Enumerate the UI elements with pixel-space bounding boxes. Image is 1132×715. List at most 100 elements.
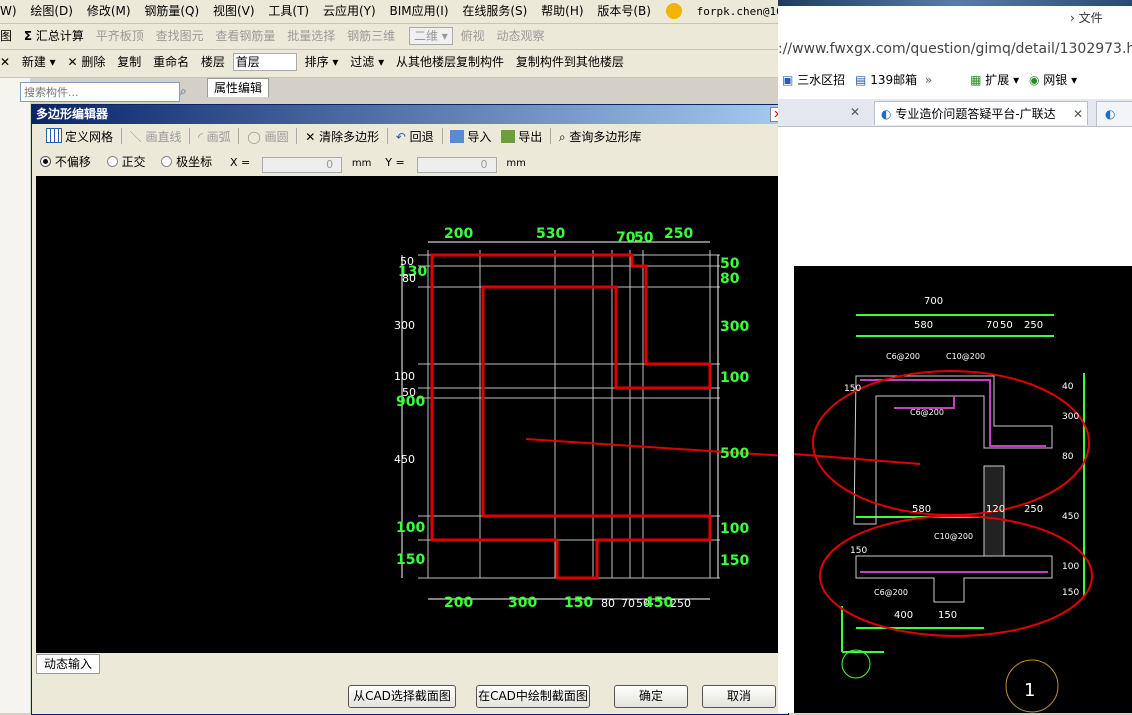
dim-bottom-450: 450 [644, 595, 674, 611]
more-bookmarks-icon[interactable]: » [925, 73, 932, 87]
y-input[interactable]: 0 [416, 157, 497, 173]
browser-tab-next[interactable]: ◐ [1096, 101, 1132, 126]
define-grid-button[interactable]: 定义网格 [46, 128, 113, 144]
view-mode-select[interactable]: 二维 ▾ [408, 27, 453, 45]
undo-button[interactable]: ↶ 回退 [396, 130, 434, 144]
x-input[interactable]: 0 [262, 157, 343, 173]
select-from-cad-button[interactable]: 从CAD选择截面图 [348, 685, 456, 708]
cad-dim-580: 580 [914, 320, 934, 331]
menu-help[interactable]: 帮助(H) [536, 0, 588, 22]
close-icon[interactable]: ✕ [0, 50, 14, 74]
x-label: X = [230, 156, 251, 169]
dynamic-input-tab[interactable]: 动态输入 [36, 654, 100, 674]
bank-button[interactable]: ◉ 网银 ▾ [1029, 73, 1077, 87]
draw-circle-button[interactable]: ◯ 画圆 [247, 130, 288, 144]
delete-button[interactable]: ✕ 删除 [64, 50, 110, 74]
cancel-button[interactable]: 取消 [702, 685, 776, 708]
draw-in-cad-button[interactable]: 在CAD中绘制截面图 [476, 685, 590, 708]
property-tab[interactable]: 属性编辑 [207, 78, 269, 97]
dynamic-view-button[interactable]: 动态观察 [492, 24, 548, 48]
bookmark-139[interactable]: ▤ 139邮箱 [855, 73, 917, 87]
search-icon[interactable]: ⌕ [180, 84, 187, 99]
section-polygon[interactable] [430, 253, 712, 580]
dim-right-80: 80 [720, 271, 740, 287]
floor-select[interactable]: 首层 [232, 53, 297, 71]
menu-version[interactable]: 版本号(B) [592, 0, 656, 22]
copy-button[interactable]: 复制 [113, 50, 145, 74]
cad-dim-70: 70 [986, 320, 999, 331]
undo-icon: ↶ [395, 130, 406, 144]
dim-top-250: 250 [664, 226, 694, 242]
dim-right-100: 100 [720, 370, 750, 386]
site-icon: ◐ [881, 107, 892, 121]
cad-rebar [860, 379, 1048, 573]
menu-tools[interactable]: 工具(T) [263, 0, 314, 22]
menu-rebar[interactable]: 钢筋量(Q) [139, 0, 204, 22]
user-avatar-icon[interactable] [665, 3, 682, 19]
polygon-canvas[interactable]: 200 530 70 50 250 200 300 150 80 70 50 4… [36, 176, 786, 653]
toolbar-left-label[interactable]: 图 [0, 24, 16, 48]
tab-close-icon[interactable]: ✕ [850, 105, 860, 119]
main-toolbar: 图 Σ 汇总计算 平齐板顶 查找图元 查看钢筋量 批量选择 钢筋三维 二维 ▾ … [0, 24, 778, 50]
query-library-button[interactable]: ⌕ 查询多边形库 [559, 130, 642, 144]
find-element-button[interactable]: 查找图元 [152, 24, 208, 48]
menu-modify[interactable]: 修改(M) [82, 0, 136, 22]
new-button[interactable]: 新建 ▾ [18, 50, 60, 74]
dialog-titlebar: 多边形编辑器 ✕ [32, 105, 788, 124]
radio-ortho[interactable] [106, 156, 118, 167]
extensions-button[interactable]: ▦ 扩展 ▾ [970, 73, 1019, 87]
copy-from-floor-button[interactable]: 从其他楼层复制构件 [392, 50, 508, 74]
ok-button[interactable]: 确定 [614, 685, 688, 708]
import-button[interactable]: 导入 [450, 130, 491, 144]
menu-draw[interactable]: 绘图(D) [25, 0, 78, 22]
search-input[interactable] [20, 82, 180, 102]
dim-left-150: 150 [396, 552, 426, 568]
menu-online[interactable]: 在线服务(S) [457, 0, 532, 22]
top-view-button[interactable]: 俯视 [457, 24, 489, 48]
summary-button[interactable]: Σ 汇总计算 [20, 24, 88, 48]
menu-bar: W) 绘图(D) 修改(M) 钢筋量(Q) 视图(V) 工具(T) 云应用(Y)… [0, 0, 778, 24]
rename-button[interactable]: 重命名 [149, 50, 193, 74]
browser-top-image [778, 0, 1132, 6]
dim-right-150: 150 [720, 553, 750, 569]
radio-polar[interactable] [161, 156, 173, 167]
no-offset-label: 不偏移 [54, 155, 91, 169]
separator [189, 128, 191, 144]
browser-file-menu[interactable]: › 文件 [1070, 9, 1103, 26]
batch-select-button[interactable]: 批量选择 [283, 24, 339, 48]
draw-line-button[interactable]: ＼ 画直线 [130, 130, 182, 144]
menu-bim[interactable]: BIM应用(I) [384, 0, 453, 22]
menu-cloud[interactable]: 云应用(Y) [318, 0, 381, 22]
address-bar[interactable]: ://www.fwxgx.com/question/gimq/detail/13… [778, 37, 1132, 61]
radio-no-offset[interactable] [40, 156, 51, 167]
dim-left-450: 450 [394, 453, 415, 466]
bookmark-bar: ▣ 三水区招 ▤ 139邮箱 » ▦ 扩展 ▾ ◉ 网银 ▾ [778, 68, 1132, 92]
tab-bar: ✕ ◐ 专业造价问题答疑平台-广联达 ✕ ◐ [778, 99, 1132, 127]
sort-button[interactable]: 排序 ▾ [301, 50, 343, 74]
copy-to-floor-button[interactable]: 复制构件到其他楼层 [512, 50, 628, 74]
dim-top-200: 200 [444, 226, 474, 242]
cad-dim-250: 250 [1024, 320, 1044, 331]
view-rebar-button[interactable]: 查看钢筋量 [211, 24, 279, 48]
dim-bottom-80: 80 [601, 597, 615, 610]
cad-dim-right-300: 300 [1062, 412, 1080, 422]
dim-top-530: 530 [536, 226, 566, 242]
menu-view[interactable]: 视图(V) [208, 0, 260, 22]
menu-item[interactable]: W) [0, 0, 22, 22]
bookmark-sanshui[interactable]: ▣ 三水区招 [782, 73, 845, 87]
draw-arc-button[interactable]: ◜ 画弧 [198, 130, 230, 144]
cad-dim-250b: 250 [1024, 504, 1044, 515]
grid-lines [418, 250, 720, 579]
browser-tab-active[interactable]: ◐ 专业造价问题答疑平台-广联达 ✕ [874, 101, 1088, 125]
clear-polygon-button[interactable]: ✕ 清除多边形 [305, 130, 379, 144]
user-account[interactable]: forpk.chen@163.com [692, 1, 778, 23]
export-button[interactable]: 导出 [501, 130, 542, 144]
align-slab-button[interactable]: 平齐板顶 [92, 24, 148, 48]
y-unit: mm [506, 158, 526, 169]
tab-close-icon[interactable]: ✕ [1073, 102, 1083, 125]
filter-button[interactable]: 过滤 ▾ [346, 50, 388, 74]
separator [296, 128, 298, 144]
site-icon: ◐ [1105, 107, 1116, 121]
rebar-3d-button[interactable]: 钢筋三维 [343, 24, 399, 48]
cad-dim-right-100: 100 [1062, 562, 1080, 572]
